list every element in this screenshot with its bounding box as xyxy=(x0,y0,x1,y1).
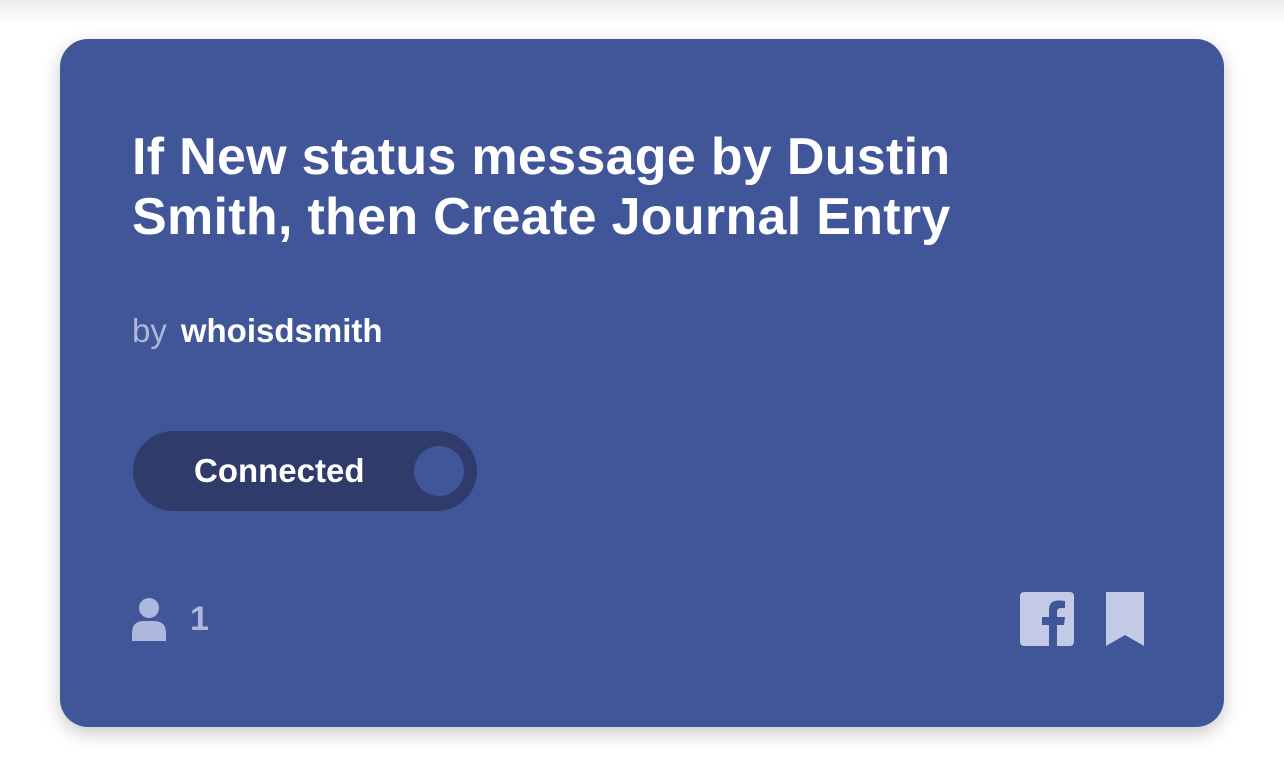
toggle-label: Connected xyxy=(194,452,365,489)
applet-title: If New status message by Dustin Smith, t… xyxy=(132,128,951,246)
bookmark-icon[interactable] xyxy=(1106,592,1144,646)
facebook-icon[interactable] xyxy=(1020,592,1074,646)
page-background-fade xyxy=(0,0,1284,24)
connected-toggle[interactable]: Connected xyxy=(133,431,477,511)
user-icon xyxy=(132,598,166,641)
author-line: by whoisdsmith xyxy=(132,307,383,355)
user-count-value: 1 xyxy=(190,599,209,638)
user-count: 1 xyxy=(132,597,209,641)
author-prefix: by xyxy=(132,312,167,349)
author-name[interactable]: whoisdsmith xyxy=(181,312,383,349)
toggle-knob xyxy=(414,446,464,496)
applet-card[interactable]: If New status message by Dustin Smith, t… xyxy=(60,39,1224,727)
